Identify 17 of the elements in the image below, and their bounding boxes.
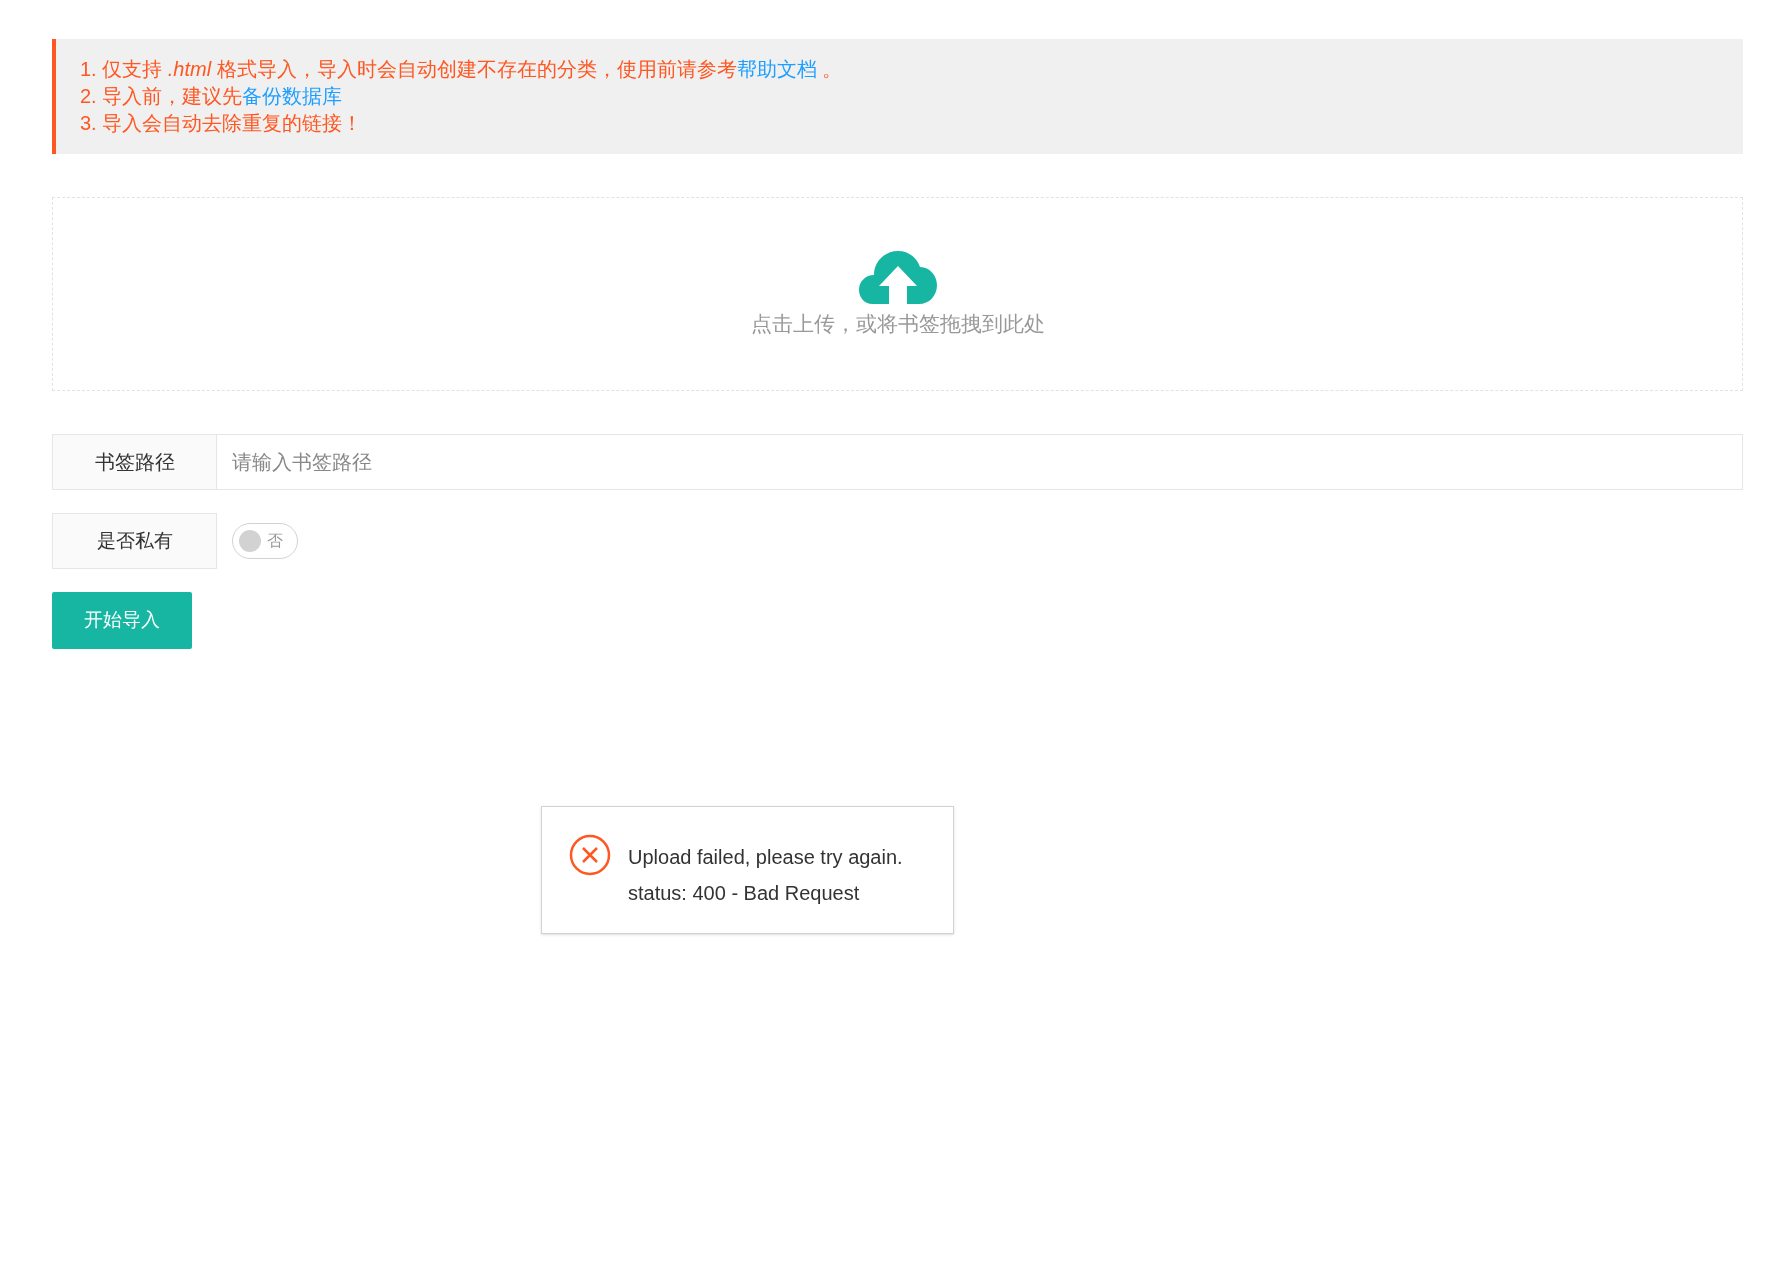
cloud-upload-icon <box>858 248 937 305</box>
toast-message: status: 400 - Bad Request <box>628 881 861 906</box>
private-toggle-switch[interactable]: 否 <box>232 523 298 559</box>
notice-text: 1. 仅支持 .html 格式导入，导入时会自动创建不存在的分类，使用前请参考 <box>80 58 737 80</box>
path-input-field[interactable]: 请输入书签路径 <box>217 434 1743 490</box>
notice-text: 2. 导入前，建议先 <box>80 85 243 107</box>
toast-message: Upload failed, please try again. <box>628 845 903 870</box>
field-label: 是否私有 <box>52 513 217 569</box>
start-import-button[interactable]: 开始导入 <box>52 592 192 649</box>
notice-link[interactable]: 备份数据库 <box>242 85 343 107</box>
notice-text: 3. 导入会自动去除重复的链接！ <box>80 112 363 134</box>
error-circle-icon <box>569 834 611 876</box>
upload-hint: 点击上传，或将书签拖拽到此处 <box>750 311 1045 338</box>
notice-text: 。 <box>821 58 843 80</box>
notice-link[interactable]: 帮助文档 <box>736 58 817 80</box>
field-label: 书签路径 <box>52 434 217 490</box>
upload-dropzone[interactable]: 点击上传，或将书签拖拽到此处 <box>52 197 1743 391</box>
